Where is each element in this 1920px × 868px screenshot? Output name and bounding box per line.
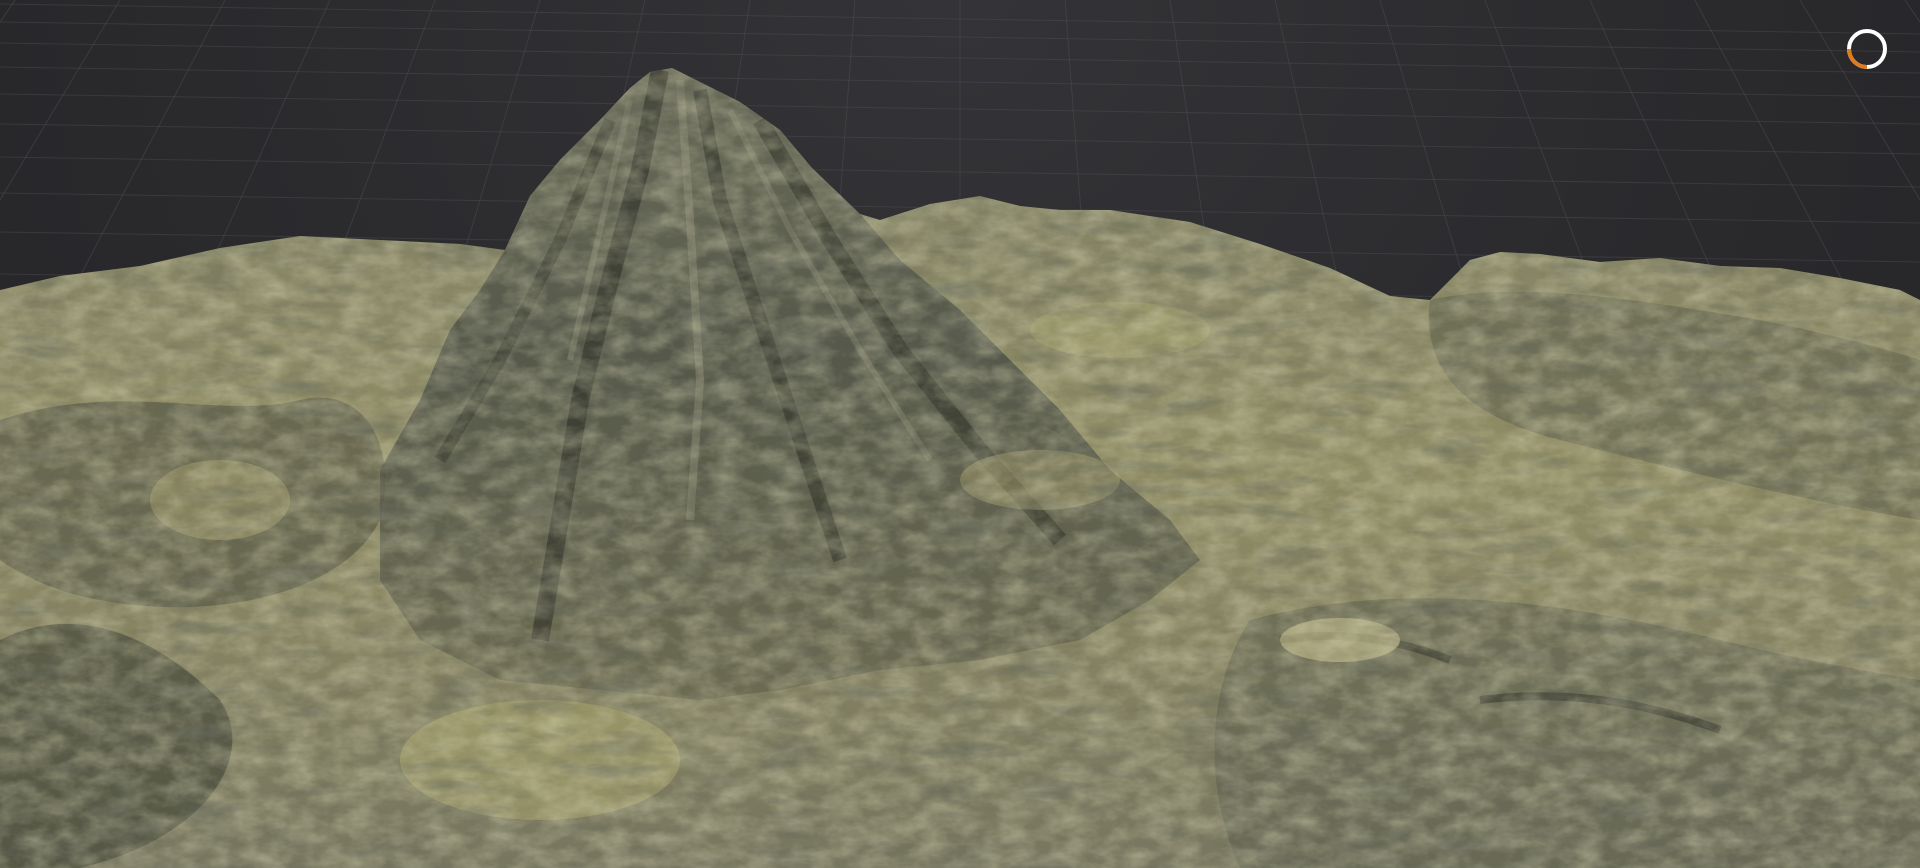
- 3d-viewport[interactable]: [0, 0, 1920, 868]
- loading-ring-icon: [1843, 25, 1891, 73]
- terrain-mesh: [0, 68, 1920, 868]
